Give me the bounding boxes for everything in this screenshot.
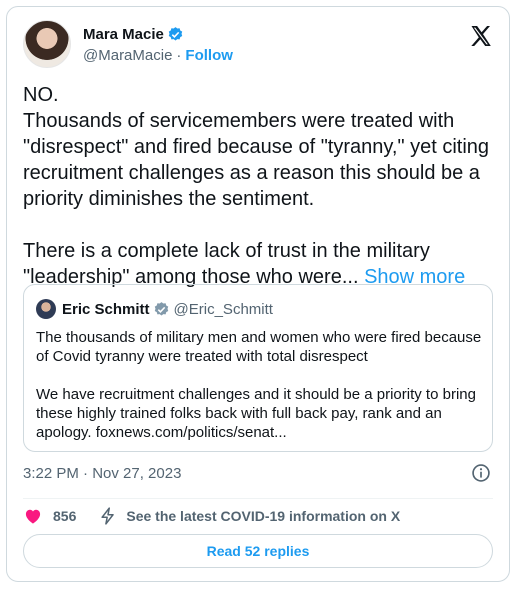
- verified-badge-icon: [153, 301, 170, 318]
- verified-badge-icon: [167, 26, 184, 43]
- like-count: 856: [53, 508, 77, 524]
- author-display-name[interactable]: Mara Macie: [83, 26, 164, 43]
- follow-button[interactable]: Follow: [185, 47, 233, 64]
- covid-info-link[interactable]: See the latest COVID-19 information on X: [126, 508, 400, 524]
- separator-dot: ·: [176, 47, 182, 64]
- tweet-header: Mara Macie @MaraMacie · Follow: [23, 18, 493, 70]
- tweet-text: NO. Thousands of servicemembers were tre…: [23, 82, 495, 290]
- lightning-icon: [98, 506, 118, 526]
- quoted-tweet[interactable]: Eric Schmitt @Eric_Schmitt The thousands…: [23, 284, 493, 452]
- quoted-author-handle: @Eric_Schmitt: [173, 300, 273, 318]
- tweet-body: NO. Thousands of servicemembers were tre…: [23, 84, 490, 288]
- quoted-tweet-header: Eric Schmitt @Eric_Schmitt: [36, 299, 273, 319]
- quoted-tweet-text: The thousands of military men and women …: [36, 329, 482, 441]
- heart-icon[interactable]: [23, 506, 43, 526]
- quoted-author-display-name: Eric Schmitt: [62, 300, 150, 318]
- tweet-timestamp[interactable]: 3:22 PM · Nov 27, 2023: [23, 465, 181, 482]
- tweet-card: Mara Macie @MaraMacie · Follow NO. Thous…: [6, 6, 510, 582]
- author-info: Mara Macie @MaraMacie · Follow: [83, 24, 233, 65]
- tweet-actions: 856 See the latest COVID-19 information …: [23, 506, 400, 526]
- author-handle[interactable]: @MaraMacie: [83, 47, 172, 64]
- quoted-author-avatar: [36, 299, 56, 319]
- divider: [23, 498, 493, 499]
- x-logo-icon[interactable]: [469, 24, 493, 48]
- info-icon[interactable]: [471, 463, 491, 483]
- read-replies-button[interactable]: Read 52 replies: [23, 534, 493, 568]
- author-avatar[interactable]: [23, 20, 71, 68]
